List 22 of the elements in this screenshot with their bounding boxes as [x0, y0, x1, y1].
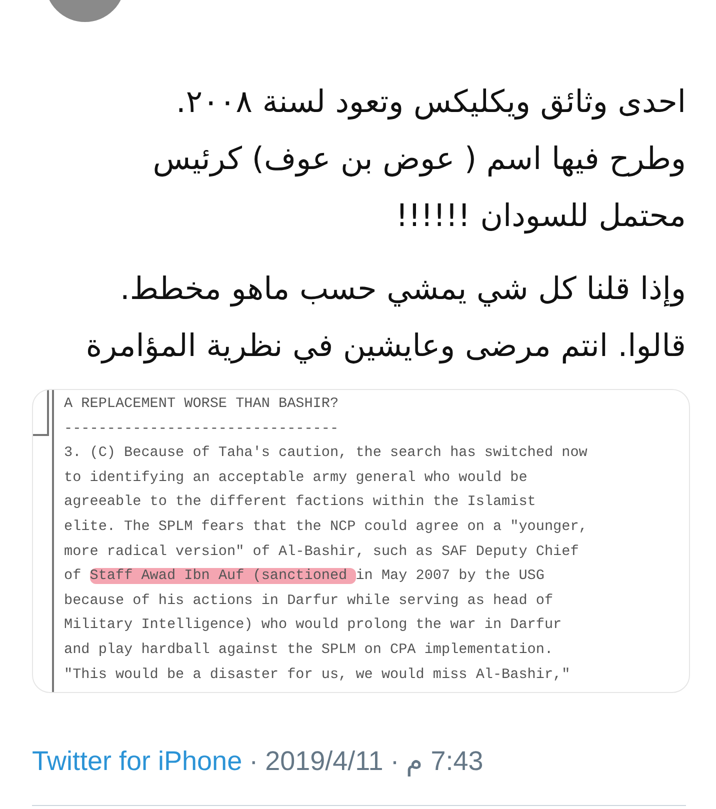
- document-line: and play hardball against the SPLM on CPA implementation.: [64, 640, 554, 660]
- tweet-text: وإذا قلنا كل شي يمشي حسب ماهو مخطط. قالوا. انتم مرضى وعايشين في نظرية المؤامرة: [84, 270, 686, 366]
- document-line: elite. The SPLM fears that the NCP could agree on a "younger,: [64, 518, 588, 537]
- document-line: agreeable to the different factions within the Islamist: [64, 493, 537, 512]
- tweet-time: 7:43 م: [406, 745, 484, 777]
- corner-bracket: [33, 390, 49, 436]
- separator: ·: [249, 746, 258, 777]
- document-line: Military Intelligence) who would prolong the war in Darfur: [64, 616, 563, 636]
- document-line: "This would be a disaster for us, we would miss Al-Bashir,": [64, 666, 572, 685]
- tweet-date: 2019/4/11: [265, 746, 384, 777]
- document-line: --------------------------------: [64, 420, 340, 439]
- document-line: because of his actions in Darfur while serving as head of: [64, 592, 554, 611]
- document-line: more radical version" of Al-Bashir, such as SAF Deputy Chief: [64, 542, 580, 562]
- highlighted-text: Staff Awad Ibn Auf (sanctioned: [90, 568, 356, 584]
- document-text: in May 2007 by the USG: [356, 568, 544, 584]
- document-line: 3. (C) Because of Taha's caution, the search has switched now: [64, 444, 588, 464]
- separator: ·: [390, 746, 400, 777]
- document-line: A REPLACEMENT WORSE THAN BASHIR?: [64, 395, 340, 414]
- tweet-text: احدى وثائق ويكليكس وتعود لسنة ٢٠٠٨. وطرح فيها اسم ( عوض بن عوف) كرئيس محتمل للسودان !!!!!!: [152, 83, 686, 236]
- document-line: to identifying an acceptable army general who would be: [64, 468, 528, 488]
- document-text: of: [64, 568, 82, 584]
- source-link[interactable]: Twitter for iPhone: [32, 746, 242, 777]
